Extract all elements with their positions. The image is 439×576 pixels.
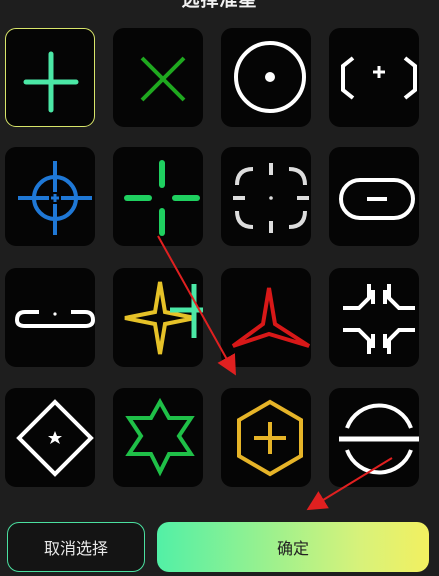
chevron-burst-crosshair-icon xyxy=(343,284,415,354)
bracket-plus-crosshair-icon xyxy=(341,56,417,100)
reticle-option-8[interactable] xyxy=(329,147,419,246)
split-circle-crosshair-icon xyxy=(339,403,419,475)
reticle-option-11[interactable] xyxy=(221,268,311,367)
reticle-option-15[interactable] xyxy=(221,388,311,487)
reticle-option-7[interactable] xyxy=(221,147,311,246)
split-plus-crosshair-icon xyxy=(124,160,200,236)
reticle-option-10[interactable] xyxy=(113,268,203,367)
reticle-option-3[interactable] xyxy=(221,28,311,127)
four-point-star-crosshair-icon xyxy=(124,281,203,355)
hexagon-plus-crosshair-icon xyxy=(237,399,303,477)
hexagram-crosshair-icon xyxy=(125,397,195,477)
reticle-option-13[interactable] xyxy=(5,388,95,487)
reticle-option-1[interactable] xyxy=(5,28,95,127)
tri-star-crosshair-icon xyxy=(231,287,311,348)
x-crosshair-icon xyxy=(140,56,186,102)
cancel-button[interactable]: 取消选择 xyxy=(7,522,145,572)
reticle-option-5[interactable] xyxy=(5,147,95,246)
slot-crosshair-icon xyxy=(14,310,95,328)
reticle-option-14[interactable] xyxy=(113,388,203,487)
diamond-star-crosshair-icon xyxy=(16,399,94,477)
reticle-option-6[interactable] xyxy=(113,147,203,246)
reticle-option-4[interactable] xyxy=(329,28,419,127)
reticle-grid xyxy=(0,0,439,500)
reticle-option-16[interactable] xyxy=(329,388,419,487)
capsule-crosshair-icon xyxy=(339,178,415,220)
scope-crosshair-icon xyxy=(18,161,92,235)
confirm-button[interactable]: 确定 xyxy=(157,522,429,572)
reticle-option-2[interactable] xyxy=(113,28,203,127)
dashed-ring-crosshair-icon xyxy=(233,163,309,233)
reticle-option-12[interactable] xyxy=(329,268,419,367)
reticle-option-9[interactable] xyxy=(5,268,95,367)
circle-dot-crosshair-icon xyxy=(234,41,306,113)
plus-crosshair-icon xyxy=(23,51,79,113)
